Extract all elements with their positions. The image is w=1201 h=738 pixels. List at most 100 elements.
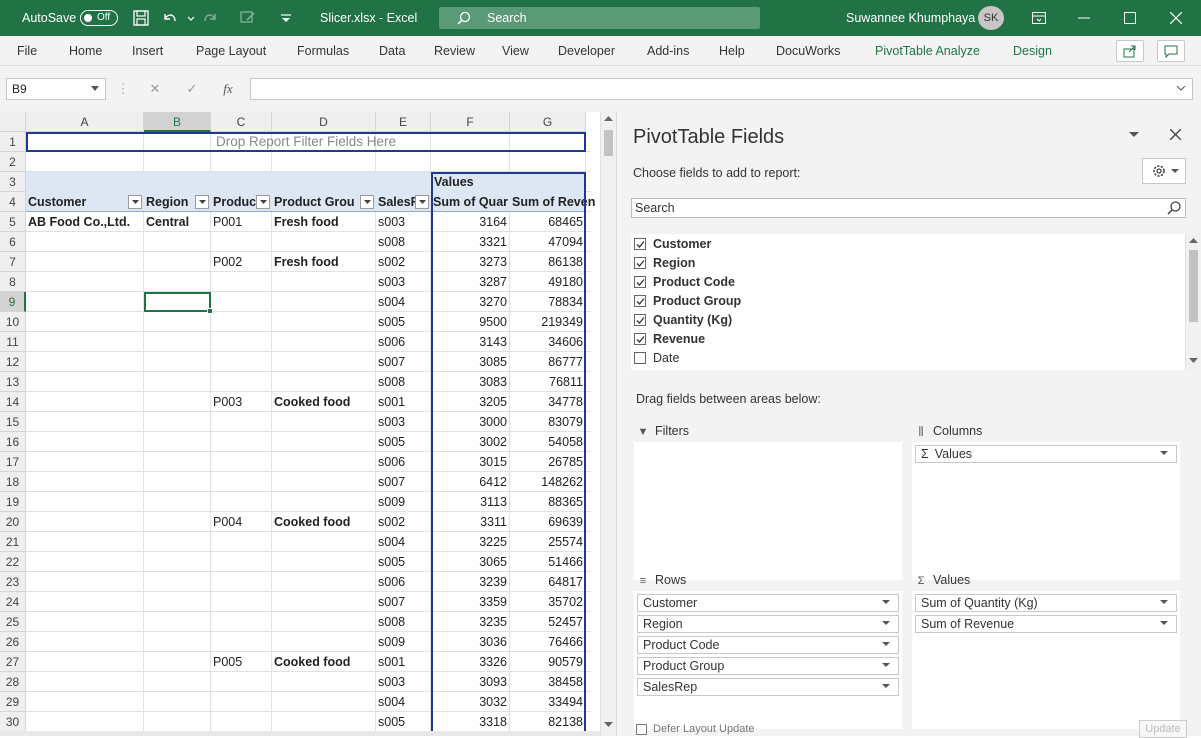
- tab-design[interactable]: Design: [1013, 36, 1052, 66]
- column-header-a[interactable]: A: [26, 112, 144, 132]
- field-item[interactable]: Revenue: [634, 330, 705, 349]
- row-header-24[interactable]: 24: [0, 592, 26, 612]
- active-cell[interactable]: [144, 292, 213, 314]
- undo-dropdown-icon[interactable]: [181, 8, 195, 28]
- row-header-18[interactable]: 18: [0, 472, 26, 492]
- select-all-corner[interactable]: [0, 112, 26, 132]
- ribbon-display-options-icon[interactable]: [1015, 0, 1061, 36]
- pane-close-icon[interactable]: [1170, 129, 1181, 140]
- cell-rep[interactable]: s002: [376, 512, 431, 532]
- undo-icon[interactable]: [160, 8, 180, 28]
- worksheet-grid[interactable]: ABCDEFG 1 2 3 4 5 6 7 8 9 10 11 12 13 14 15 16 17 18 19 20 2…: [0, 112, 600, 736]
- column-header-d[interactable]: D: [272, 112, 376, 132]
- column-header-f[interactable]: F: [431, 112, 510, 132]
- scroll-up-icon[interactable]: [604, 116, 613, 122]
- tab-page-layout[interactable]: Page Layout: [196, 36, 266, 66]
- row-header-5[interactable]: 5: [0, 212, 26, 232]
- chevron-down-icon[interactable]: [882, 642, 890, 647]
- row-header-10[interactable]: 10: [0, 312, 26, 332]
- rows-area[interactable]: Customer Region Product Code Product Group S…: [634, 591, 902, 729]
- row-header-1[interactable]: 1: [0, 132, 26, 152]
- scroll-down-icon[interactable]: [1189, 358, 1198, 364]
- area-field-pill[interactable]: Sum of Revenue: [915, 615, 1177, 633]
- tab-home[interactable]: Home: [69, 36, 102, 66]
- filter-dropdown-button[interactable]: [195, 195, 209, 209]
- cell-group[interactable]: Cooked food: [272, 392, 376, 412]
- field-search-input[interactable]: Search: [631, 198, 1186, 218]
- tab-docuworks[interactable]: DocuWorks: [776, 36, 840, 66]
- area-field-pill[interactable]: Region: [637, 615, 899, 633]
- columns-area[interactable]: Σ Values: [912, 442, 1180, 580]
- cell-group[interactable]: Fresh food: [272, 252, 376, 272]
- field-item[interactable]: Quantity (Kg): [634, 311, 732, 330]
- scrollbar-thumb[interactable]: [604, 130, 613, 156]
- field-item[interactable]: Region: [634, 254, 695, 273]
- chevron-down-icon[interactable]: [882, 600, 890, 605]
- pane-options-chevron-icon[interactable]: [1129, 132, 1139, 138]
- area-field-pill[interactable]: Σ Values: [915, 445, 1177, 463]
- cell-group[interactable]: Cooked food: [272, 512, 376, 532]
- field-checkbox[interactable]: [634, 294, 646, 307]
- area-field-pill[interactable]: Product Code: [637, 636, 899, 654]
- row-header-20[interactable]: 20: [0, 512, 26, 532]
- tab-pivottable-analyze[interactable]: PivotTable Analyze: [875, 36, 980, 66]
- row-header-22[interactable]: 22: [0, 552, 26, 572]
- area-field-pill[interactable]: Sum of Quantity (Kg): [915, 594, 1177, 612]
- filter-dropdown-button[interactable]: [415, 195, 429, 209]
- field-checkbox[interactable]: [634, 351, 646, 364]
- cell-rep[interactable]: s008: [376, 372, 431, 392]
- user-name[interactable]: Suwannee Khumphaya: [846, 0, 975, 36]
- report-filter-drop-zone[interactable]: Drop Report Filter Fields Here: [26, 132, 586, 152]
- column-header-b[interactable]: B: [144, 112, 211, 132]
- chevron-down-icon[interactable]: [1160, 621, 1168, 626]
- row-header-14[interactable]: 14: [0, 392, 26, 412]
- cell-region[interactable]: Central: [144, 212, 211, 232]
- filter-dropdown-button[interactable]: [360, 195, 374, 209]
- row-header-21[interactable]: 21: [0, 532, 26, 552]
- row-header-17[interactable]: 17: [0, 452, 26, 472]
- formula-input[interactable]: [250, 78, 1193, 100]
- column-header-e[interactable]: E: [376, 112, 431, 132]
- cell-rep[interactable]: s005: [376, 312, 431, 332]
- values-area[interactable]: Sum of Quantity (Kg) Sum of Revenue: [912, 591, 1180, 729]
- scroll-up-icon[interactable]: [1189, 238, 1198, 244]
- row-header-27[interactable]: 27: [0, 652, 26, 672]
- row-header-8[interactable]: 8: [0, 272, 26, 292]
- row-header-28[interactable]: 28: [0, 672, 26, 692]
- row-header-25[interactable]: 25: [0, 612, 26, 632]
- row-header-26[interactable]: 26: [0, 632, 26, 652]
- name-box[interactable]: B9: [6, 78, 106, 100]
- row-header-13[interactable]: 13: [0, 372, 26, 392]
- column-header-g[interactable]: G: [510, 112, 586, 132]
- cell-rep[interactable]: s003: [376, 672, 431, 692]
- field-item[interactable]: Product Code: [634, 273, 735, 292]
- cell-customer[interactable]: AB Food Co.,Ltd.: [26, 212, 144, 232]
- filter-dropdown-button[interactable]: [128, 195, 142, 209]
- insert-function-icon[interactable]: fx: [217, 78, 239, 100]
- cell-rep[interactable]: s008: [376, 612, 431, 632]
- area-field-pill[interactable]: SalesRep: [637, 678, 899, 696]
- comments-button[interactable]: [1157, 40, 1185, 62]
- cell-code[interactable]: P002: [211, 252, 272, 272]
- row-header-2[interactable]: 2: [0, 152, 26, 172]
- cell-rep[interactable]: s001: [376, 652, 431, 672]
- cell-rep[interactable]: s003: [376, 272, 431, 292]
- cell-rep[interactable]: s003: [376, 412, 431, 432]
- title-search-box[interactable]: Search: [439, 7, 760, 29]
- cell-rep[interactable]: s007: [376, 352, 431, 372]
- cell-code[interactable]: P004: [211, 512, 272, 532]
- cell-rep[interactable]: s005: [376, 432, 431, 452]
- cell-rep[interactable]: s007: [376, 472, 431, 492]
- row-header-29[interactable]: 29: [0, 692, 26, 712]
- tab-formulas[interactable]: Formulas: [297, 36, 349, 66]
- column-header-c[interactable]: C: [211, 112, 272, 132]
- share-button[interactable]: [1116, 40, 1144, 62]
- cell-rep[interactable]: s002: [376, 252, 431, 272]
- enter-icon[interactable]: ✓: [181, 78, 203, 100]
- cell-rep[interactable]: s009: [376, 492, 431, 512]
- row-header-19[interactable]: 19: [0, 492, 26, 512]
- row-header-12[interactable]: 12: [0, 352, 26, 372]
- cancel-icon[interactable]: ✕: [144, 78, 166, 100]
- chevron-down-icon[interactable]: [882, 621, 890, 626]
- maximize-icon[interactable]: [1107, 0, 1153, 36]
